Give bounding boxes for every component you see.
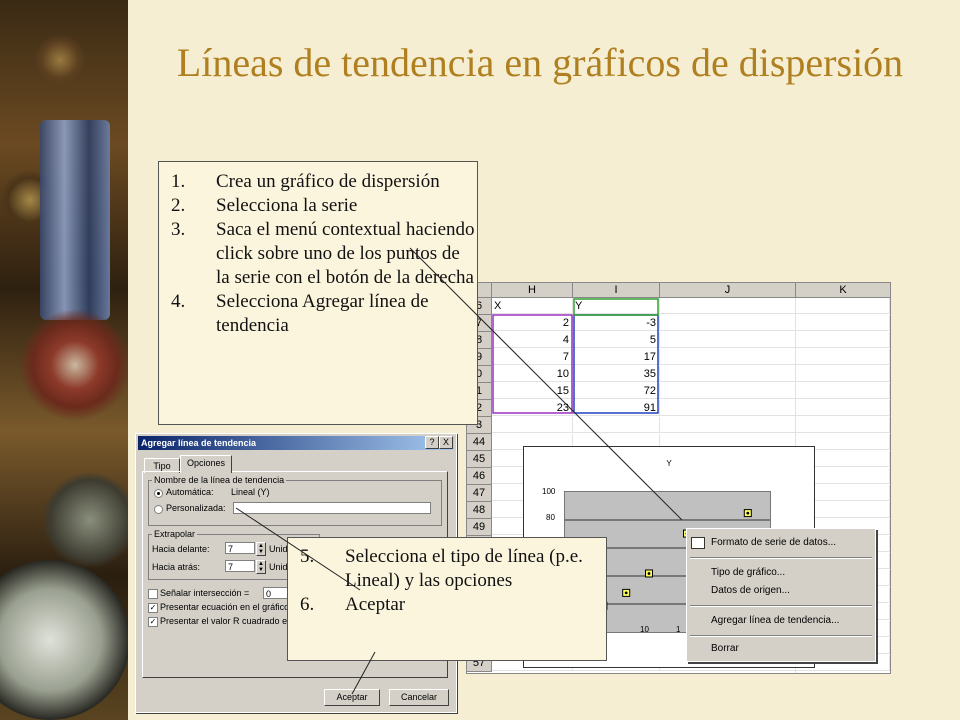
context-menu[interactable]: Formato de serie de datos... Tipo de grá…	[686, 528, 876, 662]
step-item: 4. Selecciona Agregar línea de tendencia	[171, 290, 477, 338]
menu-separator	[690, 635, 872, 637]
menu-separator	[690, 557, 872, 559]
show-r2-label: Presentar el valor R cuadrado en el	[160, 616, 302, 626]
step-text: Crea un gráfico de dispersión	[216, 171, 440, 192]
format-series-icon	[691, 537, 705, 549]
step-number: 3.	[171, 219, 186, 240]
menu-item-delete[interactable]: Borrar	[711, 641, 739, 657]
close-button[interactable]: X	[439, 436, 453, 449]
intercept-label: Señalar intersección =	[160, 588, 250, 598]
x-tick-label: 1	[676, 625, 681, 634]
selection-outline	[492, 298, 659, 414]
show-equation-label: Presentar ecuación en el gráfico	[160, 602, 290, 612]
auto-value: Lineal (Y)	[231, 487, 270, 497]
data-point-marker	[624, 591, 628, 595]
menu-item-format-series[interactable]: Formato de serie de datos...	[711, 535, 836, 551]
ok-button[interactable]: Aceptar	[324, 689, 380, 706]
group-label: Extrapolar	[152, 529, 198, 539]
custom-name-field[interactable]	[233, 502, 431, 514]
help-button[interactable]: ?	[425, 436, 439, 449]
custom-radio[interactable]	[154, 505, 163, 514]
back-spinner[interactable]: ▲ ▼	[256, 560, 266, 574]
step-item: 6. Aceptar	[300, 593, 606, 617]
step-item: 2. Selecciona la serie	[171, 194, 477, 218]
medal-image	[20, 300, 128, 430]
tab-opciones[interactable]: Opciones	[180, 455, 232, 473]
step-text: Selecciona el tipo de línea (p.e. Lineal…	[345, 546, 583, 591]
step-text: Saca el menú contextual haciendo click s…	[216, 219, 475, 288]
row-header[interactable]: 44	[467, 434, 492, 451]
auto-label: Automática:	[166, 487, 214, 497]
dialog-title: Agregar línea de tendencia	[141, 438, 257, 448]
steps-list: 5. Selecciona el tipo de línea (p.e. Line…	[300, 545, 606, 617]
row-header[interactable]: 45	[467, 451, 492, 468]
back-label: Hacia atrás:	[152, 562, 201, 572]
medal-ribbon-image	[40, 120, 110, 320]
back-field[interactable]: 7	[225, 560, 255, 572]
step-number: 1.	[171, 171, 186, 192]
step-number: 2.	[171, 195, 186, 216]
auto-radio[interactable]	[154, 489, 163, 498]
step-text: Aceptar	[345, 594, 406, 615]
menu-separator	[690, 605, 872, 607]
y-tick-label: 80	[546, 513, 555, 522]
slide-title: Líneas de tendencia en gráficos de dispe…	[176, 40, 904, 85]
data-point-marker	[647, 572, 651, 575]
decorative-photo-strip	[0, 0, 128, 720]
forward-field[interactable]: 7	[225, 542, 255, 554]
show-r2-checkbox[interactable]: ✓	[148, 617, 158, 627]
row-header[interactable]: 48	[467, 502, 492, 519]
step-item: 3. Saca el menú contextual haciendo click…	[171, 218, 477, 290]
row-header[interactable]: 49	[467, 519, 492, 536]
step-item: 1. Crea un gráfico de dispersión	[171, 170, 477, 194]
step-number: 4.	[171, 291, 186, 312]
intercept-checkbox[interactable]	[148, 589, 158, 599]
menu-item-add-trendline[interactable]: Agregar línea de tendencia...	[711, 613, 839, 629]
forward-spinner[interactable]: ▲ ▼	[256, 542, 266, 556]
group-label: Nombre de la línea de tendencia	[152, 475, 287, 485]
y-tick-label: 100	[542, 487, 556, 496]
menu-item-source-data[interactable]: Datos de origen...	[711, 583, 790, 599]
step-number: 5.	[300, 546, 315, 567]
dialog-titlebar[interactable]: Agregar línea de tendencia	[138, 436, 454, 450]
step-text: Selecciona la serie	[216, 195, 358, 216]
show-equation-checkbox[interactable]: ✓	[148, 603, 158, 613]
cancel-button[interactable]: Cancelar	[389, 689, 449, 706]
step-text: Selecciona Agregar línea de tendencia	[216, 291, 429, 336]
row-header[interactable]: 47	[467, 485, 492, 502]
forward-unit: Unid	[269, 544, 288, 554]
instructions-box-bottom: 5. Selecciona el tipo de línea (p.e. Line…	[287, 537, 607, 661]
row-header[interactable]: 46	[467, 468, 492, 485]
step-item: 5. Selecciona el tipo de línea (p.e. Line…	[300, 545, 606, 593]
back-unit: Unid	[269, 562, 288, 572]
menu-item-chart-type[interactable]: Tipo de gráfico...	[711, 565, 785, 581]
forward-label: Hacia delante:	[152, 544, 210, 554]
x-tick-label: 10	[640, 625, 649, 634]
compass-image	[0, 560, 128, 720]
data-point-marker	[746, 511, 750, 515]
custom-label: Personalizada:	[166, 503, 226, 513]
steps-list: 1. Crea un gráfico de dispersión 2. Selecci…	[171, 170, 477, 338]
instructions-box-top: 1. Crea un gráfico de dispersión 2. Selecci…	[158, 161, 478, 425]
step-number: 6.	[300, 594, 315, 615]
chart-title: Y	[666, 459, 672, 468]
